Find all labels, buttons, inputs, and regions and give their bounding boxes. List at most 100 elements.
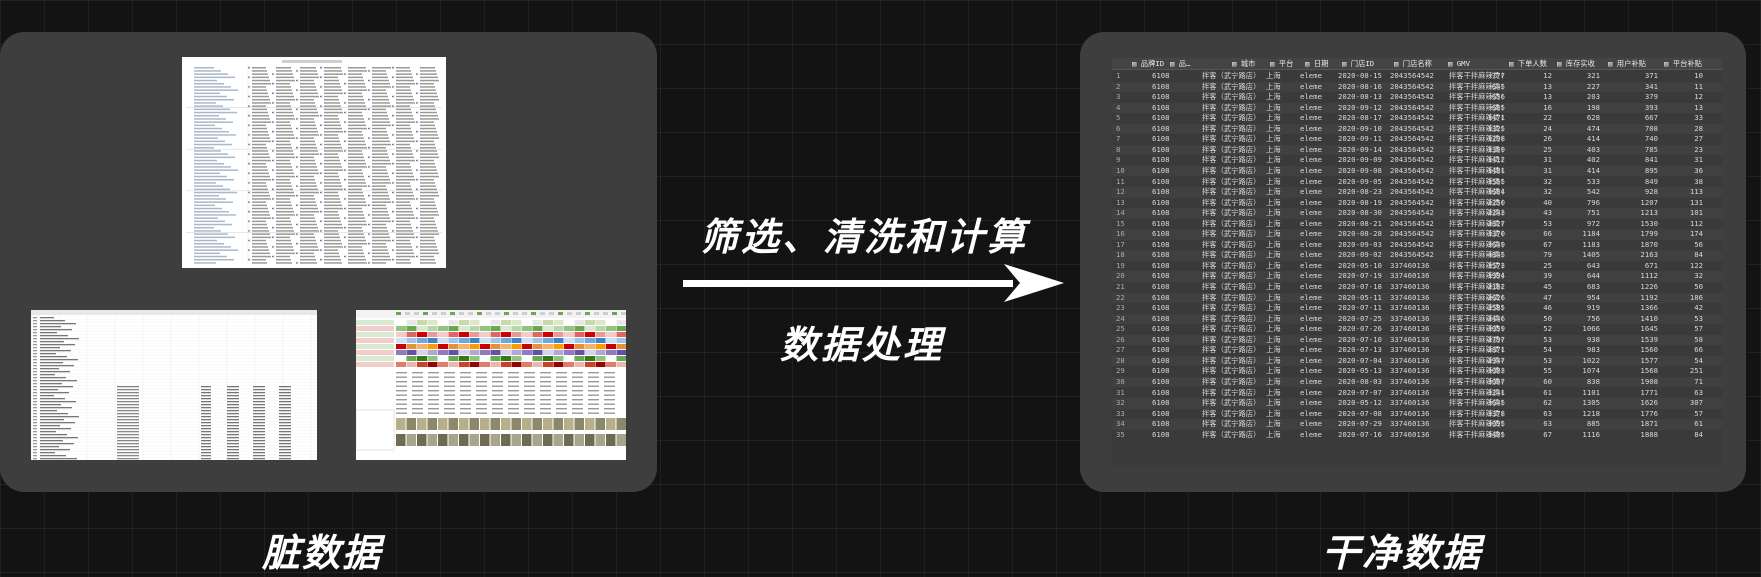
- table-cell: 2020-08-21: [1338, 218, 1382, 228]
- table-cell: 1116: [1582, 429, 1600, 439]
- table-cell: 22: [1543, 113, 1552, 123]
- table-cell: 3378: [1487, 408, 1505, 418]
- table-cell: 6108: [1152, 324, 1170, 334]
- table-cell: 3095: [1487, 419, 1505, 429]
- table-cell: 拌客（武宁路店）: [1202, 123, 1261, 133]
- table-cell: 31: [1543, 165, 1552, 175]
- table-cell: 2020-07-29: [1338, 419, 1382, 429]
- table-cell: 337460136: [1390, 324, 1430, 334]
- table-cell: 拌客（武宁路店）: [1202, 71, 1261, 80]
- table-cell: 337460136: [1390, 398, 1430, 408]
- table-cell: 1218: [1582, 408, 1600, 418]
- table-cell: 57: [1694, 408, 1703, 418]
- table-cell: 337460136: [1390, 408, 1430, 418]
- table-cell: 6: [1116, 123, 1121, 133]
- table-cell: 2797: [1487, 334, 1505, 344]
- table-cell: 2020-05-13: [1338, 366, 1382, 376]
- table-cell: 52: [1543, 324, 1552, 334]
- table-cell: 2020-08-28: [1338, 229, 1382, 239]
- table-cell: 上海: [1266, 324, 1281, 334]
- table-cell: 45: [1543, 282, 1552, 291]
- table-cell: 337460136: [1390, 334, 1430, 344]
- table-cell: 2043564542: [1390, 71, 1434, 80]
- table-cell: 拌客（武宁路店）: [1202, 292, 1261, 302]
- table-cell: 上海: [1266, 429, 1281, 439]
- table-cell: 84: [1694, 429, 1703, 439]
- table-cell: eleme: [1300, 144, 1322, 154]
- table-cell: 67: [1543, 239, 1552, 249]
- column-header: ▤ 平台补贴: [1664, 59, 1702, 68]
- table-cell: 上海: [1266, 345, 1281, 355]
- table-cell: 63: [1543, 419, 1552, 429]
- table-cell: 4: [1116, 102, 1121, 112]
- table-cell: 2043564542: [1390, 102, 1434, 112]
- table-cell: 16: [1116, 229, 1125, 239]
- table-cell: 拌客（武宁路店）: [1202, 355, 1261, 365]
- column-header: ▤ 用户补贴: [1608, 59, 1646, 68]
- table-cell: 683: [1586, 282, 1600, 291]
- table-cell: 54: [1694, 355, 1703, 365]
- table-cell: 2020-07-08: [1338, 408, 1382, 418]
- table-cell: 6108: [1152, 113, 1170, 123]
- table-cell: eleme: [1300, 92, 1322, 102]
- table-cell: 23: [1694, 144, 1703, 154]
- arrow-right-icon: [683, 264, 1064, 302]
- table-cell: 2020-08-15: [1338, 71, 1382, 80]
- table-cell: 337460136: [1390, 355, 1430, 365]
- table-cell: 66: [1694, 345, 1703, 355]
- table-cell: 32: [1543, 176, 1552, 186]
- table-cell: 785: [1644, 144, 1658, 154]
- table-cell: 拌客（武宁路店）: [1202, 376, 1261, 386]
- table-cell: 2020-07-04: [1338, 355, 1382, 365]
- table-cell: eleme: [1300, 408, 1322, 418]
- table-cell: 337460136: [1390, 260, 1430, 270]
- table-cell: 71: [1694, 376, 1703, 386]
- table-cell: eleme: [1300, 208, 1322, 218]
- table-cell: 12: [1116, 187, 1125, 197]
- table-cell: 46: [1543, 303, 1552, 313]
- table-cell: 31: [1694, 155, 1703, 165]
- table-cell: 6108: [1152, 366, 1170, 376]
- table-cell: 上海: [1266, 197, 1281, 207]
- table-cell: 203: [1586, 92, 1600, 102]
- table-cell: eleme: [1300, 419, 1322, 429]
- table-cell: 708: [1644, 123, 1658, 133]
- table-cell: 上海: [1266, 376, 1281, 386]
- table-cell: 拌客（武宁路店）: [1202, 197, 1261, 207]
- table-cell: 上海: [1266, 134, 1281, 144]
- table-cell: eleme: [1300, 334, 1322, 344]
- column-header: ▤ 门店ID: [1342, 59, 1375, 68]
- table-cell: 6108: [1152, 155, 1170, 165]
- table-cell: 227: [1586, 81, 1600, 91]
- table-cell: 337460136: [1390, 387, 1430, 397]
- table-cell: 2020-09-11: [1338, 134, 1382, 144]
- table-cell: 1577: [1640, 355, 1658, 365]
- table-cell: 拌客（武宁路店）: [1202, 313, 1261, 323]
- clean-data-caption: 干净数据: [1322, 531, 1483, 575]
- table-cell: 337460136: [1390, 376, 1430, 386]
- table-cell: 16: [1543, 102, 1552, 112]
- table-cell: 1184: [1582, 229, 1600, 239]
- table-cell: 2020-07-26: [1338, 324, 1382, 334]
- table-cell: eleme: [1300, 71, 1322, 80]
- table-cell: 740: [1644, 134, 1658, 144]
- table-cell: 6108: [1152, 218, 1170, 228]
- table-cell: 756: [1586, 313, 1600, 323]
- table-cell: 63: [1694, 387, 1703, 397]
- table-cell: 18: [1116, 250, 1125, 260]
- table-cell: 1565: [1487, 176, 1505, 186]
- table-cell: 6108: [1152, 334, 1170, 344]
- table-cell: 414: [1586, 134, 1600, 144]
- table-cell: eleme: [1300, 303, 1322, 313]
- table-cell: 26: [1116, 334, 1125, 344]
- table-cell: 61: [1543, 387, 1552, 397]
- table-cell: 56: [1694, 239, 1703, 249]
- table-cell: 1870: [1640, 239, 1658, 249]
- table-cell: 2043564542: [1390, 165, 1434, 175]
- table-cell: 796: [1586, 197, 1600, 207]
- table-cell: 1207: [1640, 197, 1658, 207]
- table-cell: 6108: [1152, 123, 1170, 133]
- table-cell: 983: [1586, 345, 1600, 355]
- table-cell: 337460136: [1390, 271, 1430, 281]
- table-cell: 4845: [1487, 250, 1505, 260]
